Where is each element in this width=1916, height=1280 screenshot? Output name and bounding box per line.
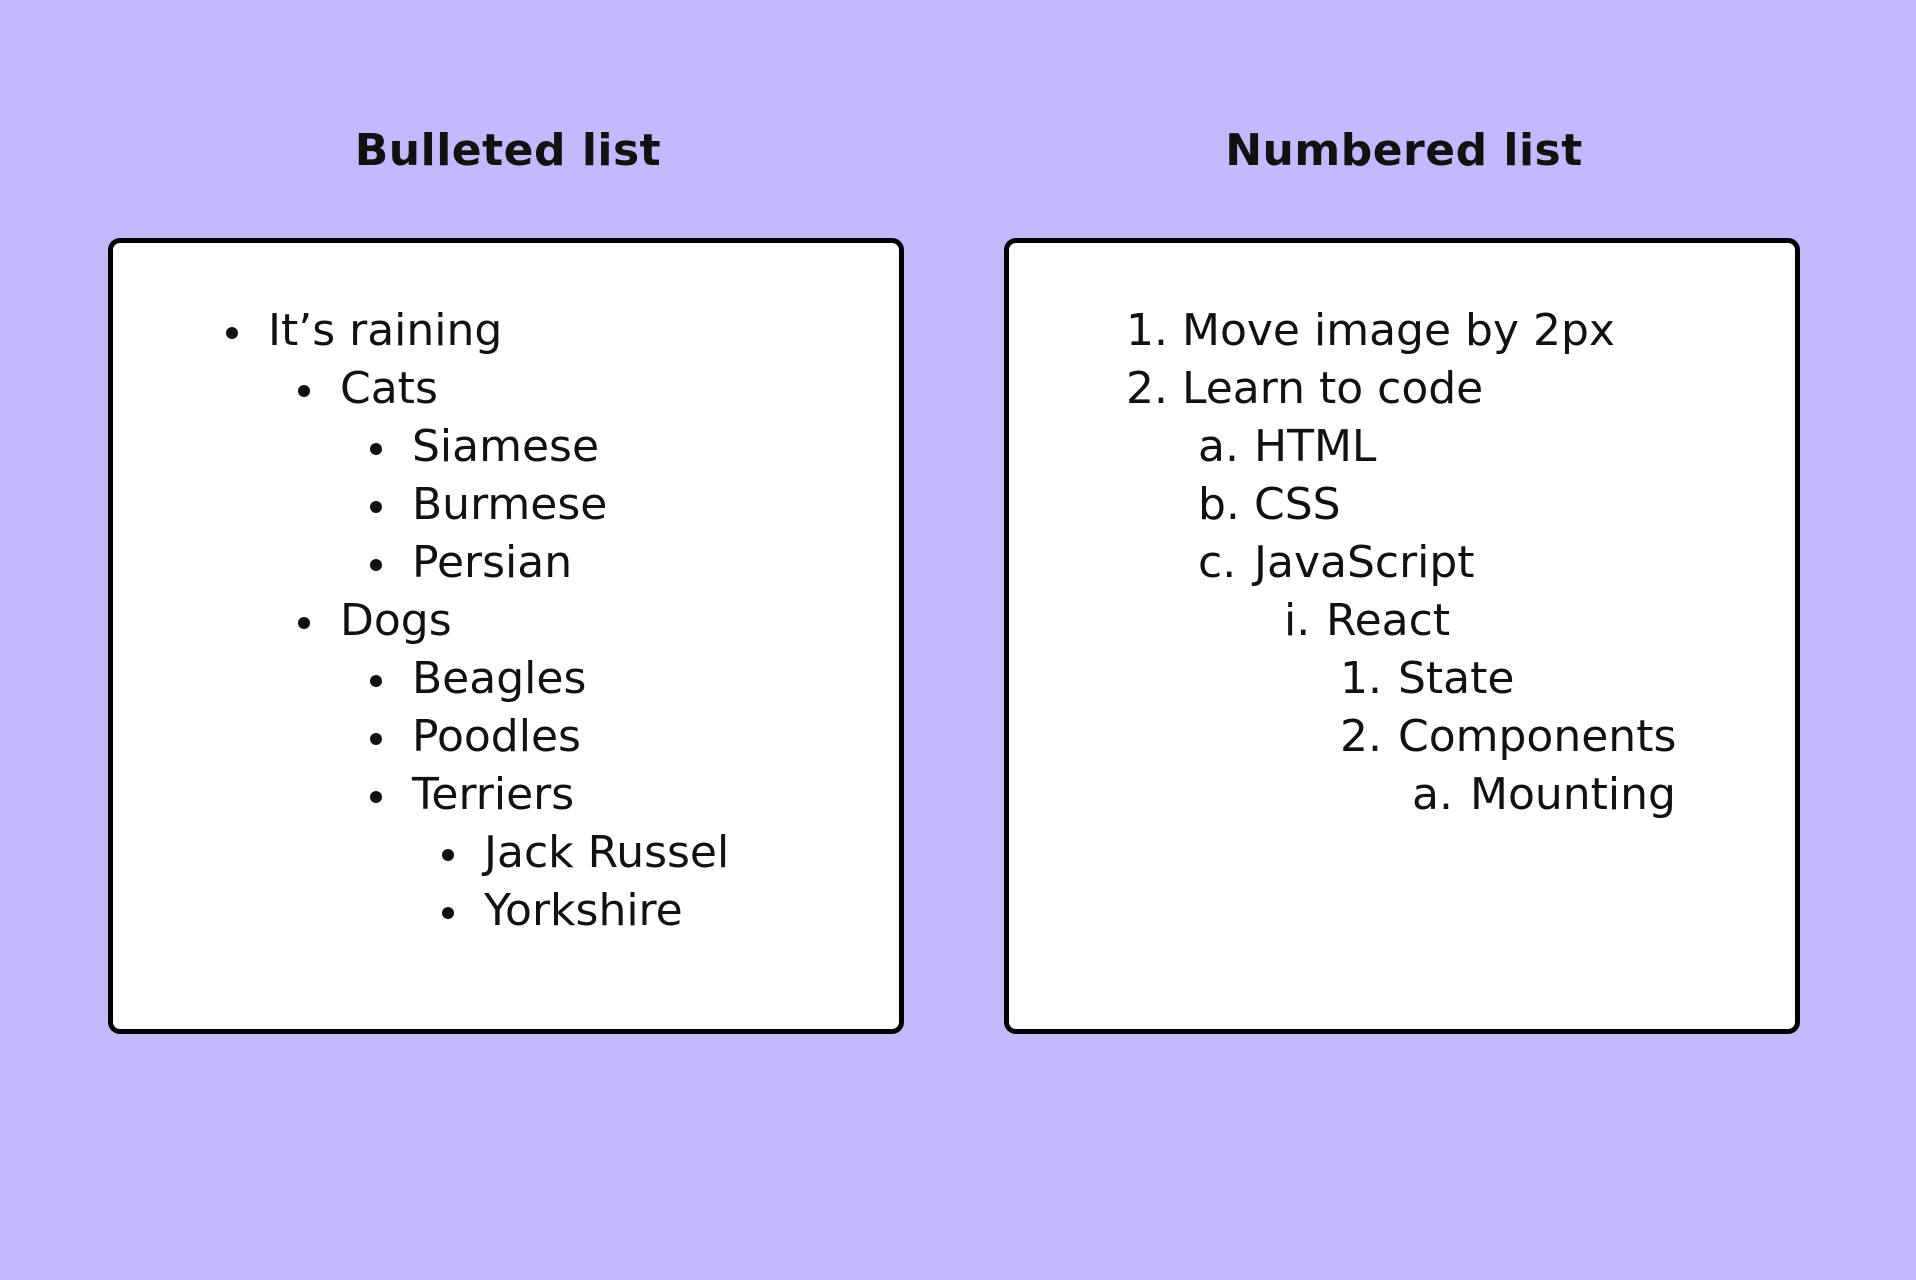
numbered-item-text: Mounting — [1470, 769, 1676, 820]
bullet-marker-icon — [298, 385, 310, 397]
numbered-item-marker: 2. — [1340, 711, 1382, 762]
bullet-item-text: Beagles — [412, 653, 587, 704]
bullet-marker-icon — [370, 501, 382, 513]
bullet-marker-icon — [370, 791, 382, 803]
bullet-marker-icon — [370, 733, 382, 745]
bullet-marker-icon — [442, 849, 454, 861]
bullet-marker-icon — [226, 327, 238, 339]
numbered-item-text: HTML — [1254, 421, 1377, 472]
bullet-marker-icon — [442, 907, 454, 919]
bulleted-list-title: Bulleted list — [354, 125, 662, 176]
bullet-item-text: Jack Russel — [484, 827, 730, 878]
numbered-item-text: CSS — [1254, 479, 1341, 530]
bullet-marker-icon — [298, 617, 310, 629]
bullet-item-text: Terriers — [412, 769, 575, 820]
numbered-item-marker: a. — [1198, 421, 1239, 472]
bullet-item-text: Yorkshire — [484, 885, 683, 936]
numbered-item-text: State — [1398, 653, 1515, 704]
bullet-marker-icon — [370, 443, 382, 455]
numbered-item-marker: b. — [1198, 479, 1240, 530]
numbered-item-text: JavaScript — [1254, 537, 1475, 588]
numbered-item-text: Move image by 2px — [1182, 305, 1615, 356]
bullet-item-text: Burmese — [412, 479, 608, 530]
bullet-item-text: Dogs — [340, 595, 452, 646]
numbered-item-marker: 2. — [1126, 363, 1168, 414]
numbered-item-text: Learn to code — [1182, 363, 1484, 414]
numbered-item-text: Components — [1398, 711, 1677, 762]
numbered-item-marker: i. — [1284, 595, 1311, 646]
bullet-item-text: Cats — [340, 363, 438, 414]
bullet-item-text: It’s raining — [268, 305, 503, 356]
numbered-list-title: Numbered list — [1225, 125, 1583, 176]
bullet-item-text: Poodles — [412, 711, 581, 762]
bullet-marker-icon — [370, 559, 382, 571]
bullet-item-text: Persian — [412, 537, 573, 588]
bullet-marker-icon — [370, 675, 382, 687]
numbered-item-marker: 1. — [1126, 305, 1168, 356]
numbered-item-marker: a. — [1412, 769, 1453, 820]
bullet-item-text: Siamese — [412, 421, 600, 472]
numbered-item-marker: c. — [1198, 537, 1237, 588]
canvas: Bulleted list Numbered list It’s raining… — [0, 0, 1916, 1280]
numbered-item-marker: 1. — [1340, 653, 1382, 704]
numbered-item-text: React — [1326, 595, 1451, 646]
